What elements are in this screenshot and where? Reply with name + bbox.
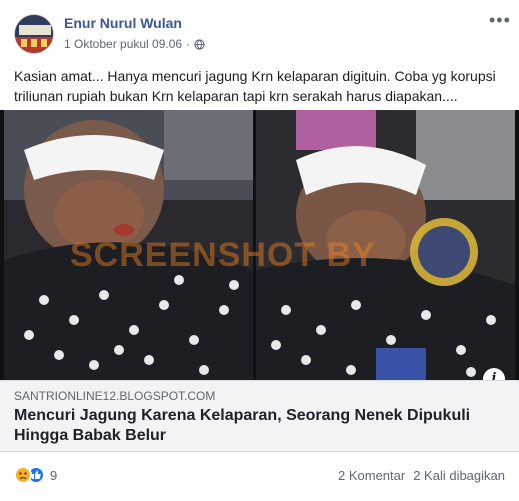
link-headline[interactable]: Mencuri Jagung Karena Kelaparan, Seorang… — [14, 406, 484, 446]
sad-reaction-icon — [14, 466, 32, 484]
author-avatar[interactable] — [14, 14, 54, 54]
link-domain: SANTRIONLINE12.BLOGSPOT.COM — [14, 389, 216, 403]
globe-icon — [194, 38, 205, 50]
post-timestamp[interactable]: 1 Oktober pukul 09.06 — [64, 37, 182, 51]
post-photo[interactable]: SCREENSHOT BY — [0, 110, 519, 380]
more-options-icon[interactable]: ••• — [489, 11, 510, 34]
post-meta: 1 Oktober pukul 09.06 · — [64, 37, 205, 51]
feed-post: Enur Nurul Wulan 1 Oktober pukul 09.06 ·… — [0, 0, 519, 501]
post-stats: 2 Komentar 2 Kali dibagikan — [338, 468, 505, 483]
meta-separator: · — [186, 37, 191, 51]
post-caption: Kasian amat... Hanya mencuri jagung Krn … — [14, 68, 496, 104]
photo-watermark: SCREENSHOT BY — [70, 236, 376, 274]
author-name[interactable]: Enur Nurul Wulan — [64, 15, 182, 31]
reaction-count: 9 — [50, 467, 58, 483]
hoax-badge — [410, 218, 478, 286]
link-preview[interactable]: SANTRIONLINE12.BLOGSPOT.COM Mencuri Jagu… — [0, 380, 519, 452]
comments-link[interactable]: 2 Komentar — [338, 468, 405, 483]
shares-link[interactable]: 2 Kali dibagikan — [413, 468, 505, 483]
reactions-summary[interactable]: 9 — [14, 466, 57, 484]
